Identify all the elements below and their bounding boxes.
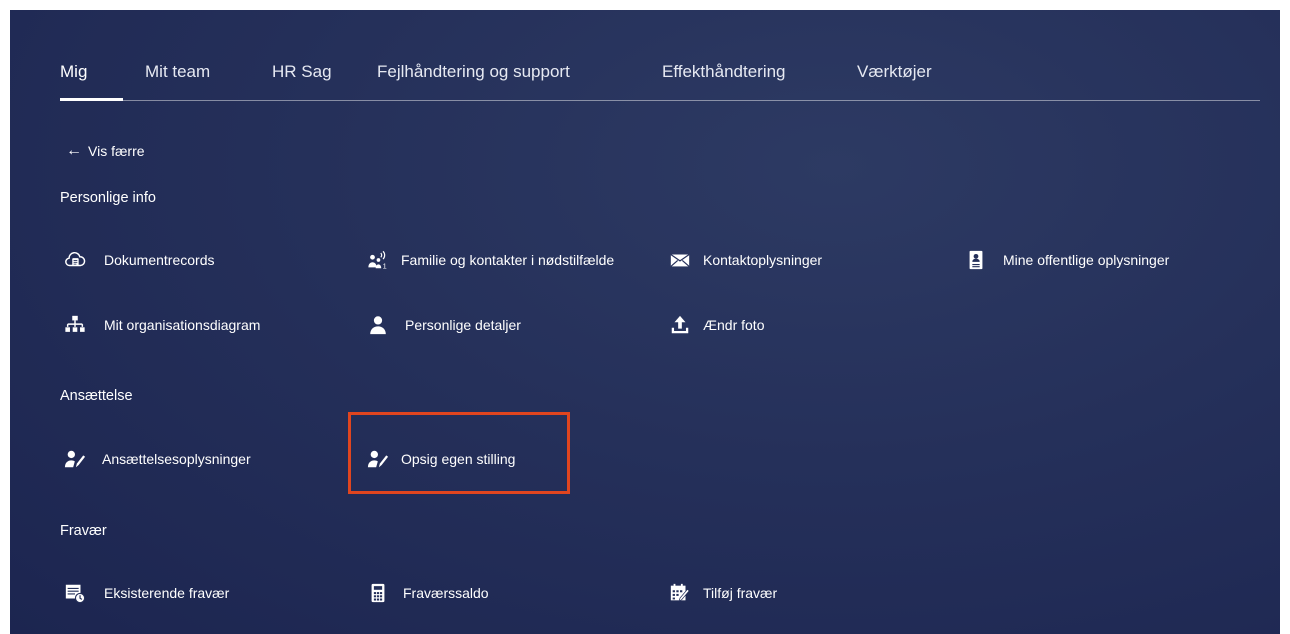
item-tilfoej-fravaer[interactable]: Tilføj fravær: [667, 581, 777, 605]
upload-icon: [667, 313, 693, 337]
item-familie-kontakter[interactable]: 1 Familie og kontakter i nødstilfælde: [365, 248, 614, 272]
person-edit-icon: [62, 447, 88, 471]
item-aendr-foto[interactable]: Ændr foto: [667, 313, 764, 337]
id-badge-icon: [963, 248, 989, 272]
calendar-clock-icon: [62, 581, 88, 605]
item-kontaktoplysninger[interactable]: Kontaktoplysninger: [667, 248, 822, 272]
calendar-edit-icon: [667, 581, 693, 605]
section-title-personlige-info: Personlige info: [60, 190, 156, 206]
highlight-box: [348, 412, 570, 494]
tab-fejlhaandtering[interactable]: Fejlhåndtering og support: [377, 62, 570, 82]
tab-bar: Mig Mit team HR Sag Fejlhåndtering og su…: [60, 10, 1260, 101]
item-fravaerssaldo[interactable]: Fraværssaldo: [365, 581, 489, 605]
vis-faerre-link[interactable]: ← Vis færre: [66, 142, 145, 160]
item-label: Eksisterende fravær: [104, 585, 230, 601]
item-label: Mit organisationsdiagram: [104, 317, 261, 333]
tab-hr-sag[interactable]: HR Sag: [272, 62, 332, 82]
item-dokumentrecords[interactable]: Dokumentrecords: [62, 248, 215, 272]
item-ansaettelsesoplysninger[interactable]: Ansættelsesoplysninger: [62, 447, 251, 471]
tab-effekthaandtering[interactable]: Effekthåndtering: [662, 62, 786, 82]
section-title-ansaettelse: Ansættelse: [60, 388, 133, 404]
item-eksisterende-fravaer[interactable]: Eksisterende fravær: [62, 581, 229, 605]
vis-faerre-label: Vis færre: [88, 143, 145, 159]
item-label: Mine offentlige oplysninger: [1003, 252, 1170, 268]
cloud-document-icon: [62, 248, 88, 272]
item-label: Ansættelsesoplysninger: [102, 451, 251, 467]
tab-mig[interactable]: Mig: [60, 62, 87, 82]
item-label: Dokumentrecords: [104, 252, 215, 268]
item-label: Familie og kontakter i nødstilfælde: [401, 252, 615, 268]
item-label: Kontaktoplysninger: [703, 252, 823, 268]
item-label: Personlige detaljer: [405, 317, 521, 333]
calculator-icon: [365, 581, 391, 605]
org-chart-icon: [62, 313, 88, 337]
active-tab-indicator: [60, 98, 123, 101]
family-contacts-icon: 1: [365, 248, 391, 272]
tab-vaerktoejer[interactable]: Værktøjer: [857, 62, 932, 82]
item-organisationsdiagram[interactable]: Mit organisationsdiagram: [62, 313, 260, 337]
item-label: Fraværssaldo: [403, 585, 489, 601]
svg-text:1: 1: [383, 261, 387, 270]
item-label: Ændr foto: [703, 317, 765, 333]
navigator-panel: Mig Mit team HR Sag Fejlhåndtering og su…: [10, 10, 1280, 634]
person-icon: [365, 313, 391, 337]
section-title-fravaer: Fravær: [60, 523, 107, 539]
tab-mit-team[interactable]: Mit team: [145, 62, 210, 82]
item-label: Tilføj fravær: [703, 585, 778, 601]
item-personlige-detaljer[interactable]: Personlige detaljer: [365, 313, 521, 337]
item-offentlige-oplysninger[interactable]: Mine offentlige oplysninger: [963, 248, 1169, 272]
arrow-left-icon: ←: [66, 142, 82, 159]
envelope-icon: [667, 248, 693, 272]
